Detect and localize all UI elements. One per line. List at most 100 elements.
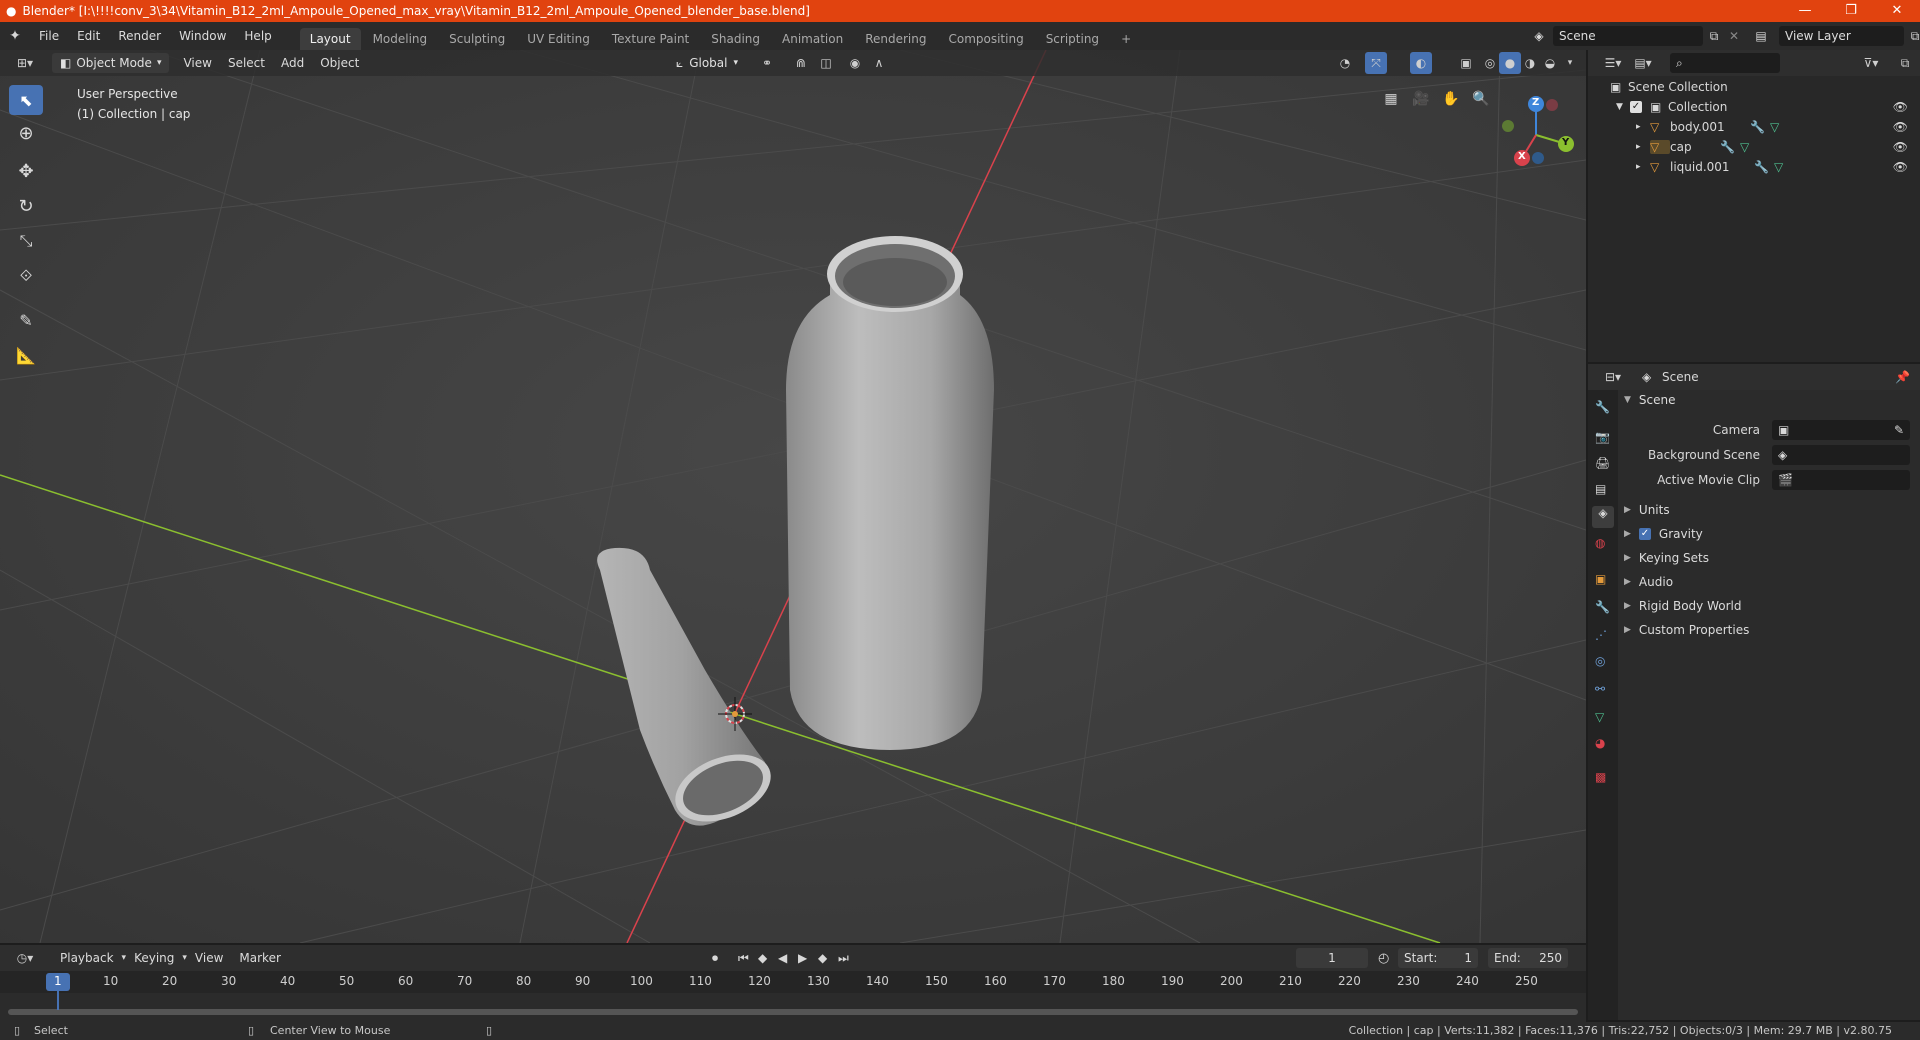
scene-panel-header[interactable]: ▼ Scene bbox=[1624, 393, 1676, 407]
tab-texture-paint[interactable]: Texture Paint bbox=[602, 28, 699, 50]
tab-modeling[interactable]: Modeling bbox=[363, 28, 438, 50]
prev-keyframe-icon[interactable]: ◆ bbox=[758, 951, 767, 965]
xray-icon[interactable]: ▣ bbox=[1455, 52, 1477, 74]
pin-icon[interactable]: 📌 bbox=[1895, 370, 1910, 384]
blender-menu-icon[interactable]: ✦ bbox=[0, 28, 30, 44]
jump-end-icon[interactable]: ⏭ bbox=[838, 951, 849, 966]
scene-field[interactable]: Scene bbox=[1553, 26, 1703, 46]
eye-icon[interactable]: 👁 bbox=[1893, 140, 1908, 154]
viewport-3d[interactable]: ⊞▾ ◧ Object Mode ▾ View Select Add Objec… bbox=[0, 50, 1586, 943]
view-layer-icon[interactable]: ▤ bbox=[1743, 29, 1779, 43]
material-shading-icon[interactable]: ◑ bbox=[1519, 52, 1541, 74]
expand-triangle-icon[interactable]: ▸ bbox=[1636, 162, 1650, 172]
jump-start-icon[interactable]: ⏮ bbox=[738, 951, 749, 966]
texture-tab-icon[interactable]: ▩ bbox=[1595, 770, 1606, 784]
outliner-item-liquid-001[interactable]: ▸ ▽ liquid.001 🔧 ▽ 👁 bbox=[1588, 157, 1918, 177]
overlay-toggle-icon[interactable]: ◐ bbox=[1410, 52, 1432, 74]
scene-tab-icon[interactable]: ◈ bbox=[1592, 506, 1614, 528]
expand-triangle-icon[interactable]: ▸ bbox=[1636, 122, 1650, 132]
output-tab-icon[interactable]: 🖨 bbox=[1595, 456, 1610, 470]
mesh-data-icon[interactable]: ▽ bbox=[1774, 160, 1794, 174]
move-tool[interactable]: ✥ bbox=[9, 156, 43, 186]
object-mode-dropdown[interactable]: ◧ Object Mode ▾ bbox=[52, 53, 170, 73]
menu-render[interactable]: Render bbox=[109, 22, 170, 50]
view-layer-tab-icon[interactable]: ▤ bbox=[1595, 482, 1606, 496]
navigation-gizmo[interactable]: Z Y X bbox=[1500, 90, 1580, 180]
menu-timeline-view[interactable]: View bbox=[187, 947, 231, 969]
new-view-layer-icon[interactable]: ⧉ bbox=[1904, 29, 1920, 44]
close-button[interactable]: ✕ bbox=[1874, 0, 1920, 22]
wireframe-shading-icon[interactable]: ◎ bbox=[1479, 52, 1501, 74]
menu-select[interactable]: Select bbox=[220, 52, 273, 74]
gizmo-toggle-icon[interactable]: ⤧ bbox=[1365, 52, 1387, 74]
pan-hand-icon[interactable]: ✋ bbox=[1440, 88, 1462, 110]
keying-sets-panel-header[interactable]: ▶ Keying Sets bbox=[1624, 551, 1709, 565]
tool-tab-icon[interactable]: 🔧 bbox=[1595, 400, 1610, 414]
object-tab-icon[interactable]: ▣ bbox=[1595, 572, 1606, 586]
solid-shading-icon[interactable]: ● bbox=[1499, 52, 1521, 74]
data-tab-icon[interactable]: ▽ bbox=[1595, 710, 1604, 724]
scene-icon[interactable]: ◈ bbox=[1525, 29, 1553, 43]
visibility-icon[interactable]: ◔ bbox=[1334, 52, 1356, 74]
mesh-data-icon[interactable]: ▽ bbox=[1740, 140, 1760, 154]
units-panel-header[interactable]: ▶ Units bbox=[1624, 503, 1670, 517]
rigid-body-world-panel-header[interactable]: ▶ Rigid Body World bbox=[1624, 599, 1741, 613]
timeline-editor-type-icon[interactable]: ◷▾ bbox=[10, 947, 40, 969]
outliner-collection[interactable]: ▼ ✓ ▣ Collection 👁 bbox=[1588, 97, 1918, 117]
minimize-button[interactable]: — bbox=[1782, 0, 1828, 22]
collection-checkbox[interactable]: ✓ bbox=[1630, 101, 1642, 113]
outliner-editor-type-icon[interactable]: ☰▾ bbox=[1598, 52, 1628, 74]
filter-icon[interactable]: ⊽▾ bbox=[1860, 52, 1882, 74]
expand-triangle-icon[interactable]: ▸ bbox=[1636, 142, 1650, 152]
menu-playback[interactable]: Playback bbox=[52, 947, 122, 969]
editor-type-icon[interactable]: ⊞▾ bbox=[10, 52, 40, 74]
tab-animation[interactable]: Animation bbox=[772, 28, 853, 50]
expand-triangle-icon[interactable]: ▼ bbox=[1616, 102, 1630, 112]
modifier-wrench-icon[interactable]: 🔧 bbox=[1720, 140, 1740, 154]
audio-panel-header[interactable]: ▶ Audio bbox=[1624, 575, 1673, 589]
tab-sculpting[interactable]: Sculpting bbox=[439, 28, 515, 50]
mesh-data-icon[interactable]: ▽ bbox=[1770, 120, 1790, 134]
outliner-item-cap[interactable]: ▸ ▽ cap 🔧 ▽ 👁 bbox=[1588, 137, 1918, 157]
annotate-tool[interactable]: ✎ bbox=[9, 305, 43, 335]
modifier-tab-icon[interactable]: 🔧 bbox=[1595, 600, 1610, 614]
tab-uv-editing[interactable]: UV Editing bbox=[517, 28, 600, 50]
add-workspace-button[interactable]: + bbox=[1111, 28, 1141, 50]
select-box-tool[interactable]: ⬉ bbox=[9, 85, 43, 115]
modifier-wrench-icon[interactable]: 🔧 bbox=[1750, 120, 1770, 134]
eyedropper-icon[interactable]: ✎ bbox=[1894, 423, 1904, 437]
eye-icon[interactable]: 👁 bbox=[1893, 160, 1908, 174]
tab-rendering[interactable]: Rendering bbox=[855, 28, 936, 50]
body-001-mesh[interactable] bbox=[786, 236, 994, 750]
pivot-point-icon[interactable]: ⚭ bbox=[756, 52, 778, 74]
outliner-search-input[interactable]: ⌕ bbox=[1670, 53, 1780, 73]
gravity-panel-header[interactable]: ▶ ✓ Gravity bbox=[1624, 527, 1703, 541]
modifier-wrench-icon[interactable]: 🔧 bbox=[1754, 160, 1774, 174]
tab-compositing[interactable]: Compositing bbox=[938, 28, 1033, 50]
constraints-tab-icon[interactable]: ⚯ bbox=[1595, 682, 1605, 696]
scale-tool[interactable]: ⤡ bbox=[9, 226, 43, 256]
view-layer-field[interactable]: View Layer bbox=[1779, 26, 1904, 46]
eye-icon[interactable]: 👁 bbox=[1893, 100, 1908, 114]
snap-target-icon[interactable]: ◫ bbox=[815, 52, 837, 74]
clock-icon[interactable]: ◴ bbox=[1378, 951, 1389, 966]
rotate-tool[interactable]: ↻ bbox=[9, 191, 43, 221]
start-frame-field[interactable]: Start: 1 bbox=[1398, 948, 1478, 968]
menu-keying[interactable]: Keying bbox=[126, 947, 182, 969]
active-movie-clip-field[interactable]: 🎬 bbox=[1772, 470, 1910, 490]
menu-file[interactable]: File bbox=[30, 22, 68, 50]
outliner-scene-collection[interactable]: ▣ Scene Collection bbox=[1588, 77, 1918, 97]
record-icon[interactable]: ⏺ bbox=[712, 951, 718, 966]
transform-tool[interactable]: ⟐ bbox=[9, 261, 43, 291]
menu-add[interactable]: Add bbox=[273, 52, 312, 74]
menu-object[interactable]: Object bbox=[312, 52, 367, 74]
menu-view[interactable]: View bbox=[175, 52, 219, 74]
play-reverse-icon[interactable]: ◀ bbox=[778, 951, 787, 965]
camera-view-icon[interactable]: 🎥 bbox=[1410, 88, 1432, 110]
transform-orientation-dropdown[interactable]: ⟀ Global ▾ bbox=[668, 53, 746, 73]
camera-field[interactable]: ▣ ✎ bbox=[1772, 420, 1910, 440]
world-tab-icon[interactable]: ◍ bbox=[1595, 536, 1605, 550]
measure-tool[interactable]: 📐 bbox=[9, 340, 43, 370]
proportional-edit-icon[interactable]: ◉ bbox=[844, 52, 866, 74]
restore-button[interactable]: ❐ bbox=[1828, 0, 1874, 22]
